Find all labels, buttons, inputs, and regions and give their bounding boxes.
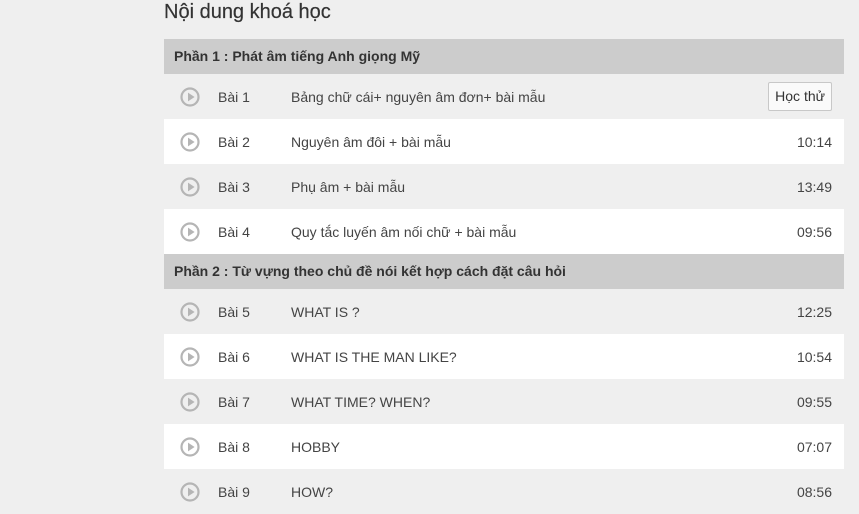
lesson-title[interactable]: HOBBY: [291, 439, 797, 455]
lesson-title[interactable]: Bảng chữ cái+ nguyên âm đơn+ bài mẫu: [291, 89, 768, 105]
lesson-row-4[interactable]: Bài 4 Quy tắc luyến âm nối chữ + bài mẫu…: [164, 209, 844, 254]
lesson-number: Bài 5: [218, 303, 250, 320]
play-icon[interactable]: [180, 481, 200, 502]
lesson-row-1[interactable]: Bài 1 Bảng chữ cái+ nguyên âm đơn+ bài m…: [164, 74, 844, 119]
lesson-duration: 07:07: [796, 438, 832, 455]
lesson-duration: 10:54: [796, 348, 832, 365]
play-icon[interactable]: [180, 221, 200, 242]
lesson-number: Bài 8: [218, 438, 250, 455]
lesson-title[interactable]: Nguyên âm đôi + bài mẫu: [291, 134, 797, 150]
lesson-number: Bài 9: [218, 483, 250, 500]
lesson-number: Bài 6: [218, 348, 250, 365]
lesson-row-5[interactable]: Bài 5 WHAT IS ? 12:25: [164, 289, 844, 334]
lesson-title[interactable]: WHAT IS ?: [291, 304, 797, 320]
play-icon[interactable]: [180, 436, 200, 457]
lesson-number: Bài 7: [218, 393, 250, 410]
page-title: Nội dung khoá học: [164, 1, 331, 23]
lesson-duration: 13:49: [796, 178, 832, 195]
play-icon[interactable]: [180, 176, 200, 197]
lesson-row-9[interactable]: Bài 9 HOW? 08:56: [164, 469, 844, 514]
lesson-title[interactable]: Quy tắc luyến âm nối chữ + bài mẫu: [291, 224, 797, 240]
lesson-duration: 10:14: [796, 133, 832, 150]
lesson-number: Bài 2: [218, 133, 250, 150]
lesson-row-6[interactable]: Bài 6 WHAT IS THE MAN LIKE? 10:54: [164, 334, 844, 379]
section-header-2: Phần 2 : Từ vựng theo chủ đề nói kết hợp…: [164, 254, 844, 289]
lesson-title[interactable]: WHAT IS THE MAN LIKE?: [291, 349, 797, 365]
lesson-row-2[interactable]: Bài 2 Nguyên âm đôi + bài mẫu 10:14: [164, 119, 844, 164]
lesson-row-3[interactable]: Bài 3 Phụ âm + bài mẫu 13:49: [164, 164, 844, 209]
play-icon[interactable]: [180, 391, 200, 412]
lesson-title[interactable]: WHAT TIME? WHEN?: [291, 394, 797, 410]
play-icon[interactable]: [180, 86, 200, 107]
play-icon[interactable]: [180, 131, 200, 152]
lesson-duration: 09:56: [796, 223, 832, 240]
course-content: Nội dung khoá học Phần 1 : Phát âm tiếng…: [164, 0, 844, 514]
lesson-number: Bài 4: [218, 223, 250, 240]
lesson-row-7[interactable]: Bài 7 WHAT TIME? WHEN? 09:55: [164, 379, 844, 424]
lesson-number: Bài 3: [218, 178, 250, 195]
lesson-title[interactable]: Phụ âm + bài mẫu: [291, 179, 797, 195]
lesson-title[interactable]: HOW?: [291, 484, 797, 500]
lesson-row-8[interactable]: Bài 8 HOBBY 07:07: [164, 424, 844, 469]
play-icon[interactable]: [180, 346, 200, 367]
section-header-1: Phần 1 : Phát âm tiếng Anh giọng Mỹ: [164, 39, 844, 74]
play-icon[interactable]: [180, 301, 200, 322]
lesson-number: Bài 1: [218, 88, 250, 105]
lesson-duration: 12:25: [796, 303, 832, 320]
lesson-duration: 09:55: [796, 393, 832, 410]
lesson-duration: 08:56: [796, 483, 832, 500]
trial-button[interactable]: Học thử: [768, 82, 832, 111]
